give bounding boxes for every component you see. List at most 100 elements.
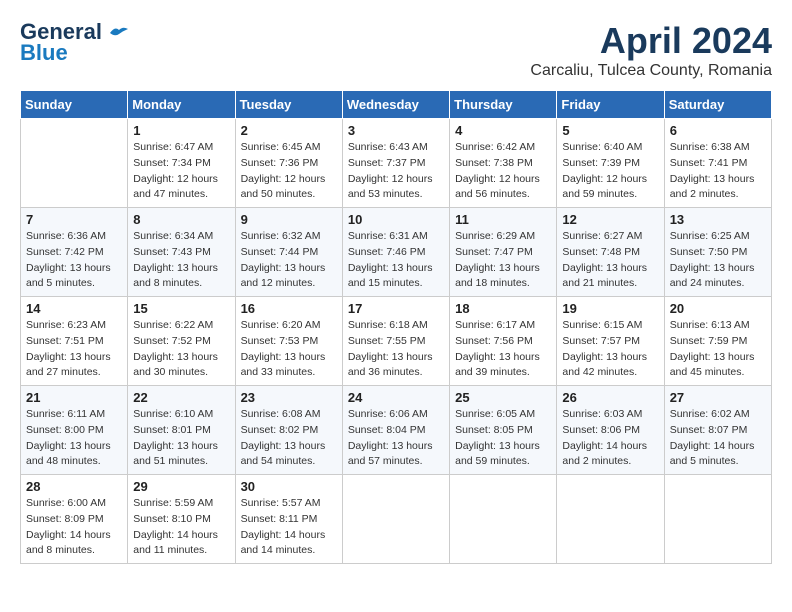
calendar-cell: 19 Sunrise: 6:15 AM Sunset: 7:57 PM Dayli… — [557, 297, 664, 386]
day-number: 21 — [26, 390, 122, 405]
calendar-cell: 3 Sunrise: 6:43 AM Sunset: 7:37 PM Daylig… — [342, 119, 449, 208]
day-info: Sunrise: 6:02 AM Sunset: 8:07 PM Dayligh… — [670, 407, 766, 470]
day-number: 14 — [26, 301, 122, 316]
calendar-cell: 11 Sunrise: 6:29 AM Sunset: 7:47 PM Dayli… — [450, 208, 557, 297]
calendar-cell: 22Sunrise: 6:10 AM Sunset: 8:01 PM Dayli… — [128, 386, 235, 475]
calendar-cell — [664, 475, 771, 564]
day-number: 12 — [562, 212, 658, 227]
calendar-week-row: 14 Sunrise: 6:23 AM Sunset: 7:51 PM Dayli… — [21, 297, 772, 386]
day-number: 8 — [133, 212, 229, 227]
day-header-monday: Monday — [128, 91, 235, 119]
calendar-cell: 27 Sunrise: 6:02 AM Sunset: 8:07 PM Dayli… — [664, 386, 771, 475]
calendar-cell: 29Sunrise: 5:59 AM Sunset: 8:10 PM Dayli… — [128, 475, 235, 564]
day-header-tuesday: Tuesday — [235, 91, 342, 119]
day-info: Sunrise: 6:27 AM Sunset: 7:48 PM Dayligh… — [562, 229, 658, 292]
calendar-cell: 16 Sunrise: 6:20 AM Sunset: 7:53 PM Dayli… — [235, 297, 342, 386]
day-info: Sunrise: 6:08 AM Sunset: 8:02 PM Dayligh… — [241, 407, 337, 470]
calendar-week-row: 1 Sunrise: 6:47 AM Sunset: 7:34 PM Daylig… — [21, 119, 772, 208]
day-number: 19 — [562, 301, 658, 316]
calendar-cell: 8 Sunrise: 6:34 AM Sunset: 7:43 PM Daylig… — [128, 208, 235, 297]
calendar-cell: 5Sunrise: 6:40 AM Sunset: 7:39 PM Daylig… — [557, 119, 664, 208]
day-info: Sunrise: 6:05 AM Sunset: 8:05 PM Dayligh… — [455, 407, 551, 470]
day-info: Sunrise: 6:22 AM Sunset: 7:52 PM Dayligh… — [133, 318, 229, 381]
calendar-week-row: 21 Sunrise: 6:11 AM Sunset: 8:00 PM Dayli… — [21, 386, 772, 475]
day-header-saturday: Saturday — [664, 91, 771, 119]
day-number: 1 — [133, 123, 229, 138]
day-number: 11 — [455, 212, 551, 227]
day-info: Sunrise: 6:18 AM Sunset: 7:55 PM Dayligh… — [348, 318, 444, 381]
day-number: 18 — [455, 301, 551, 316]
day-info: Sunrise: 6:00 AM Sunset: 8:09 PM Dayligh… — [26, 496, 122, 559]
calendar-cell: 21 Sunrise: 6:11 AM Sunset: 8:00 PM Dayli… — [21, 386, 128, 475]
day-info: Sunrise: 6:43 AM Sunset: 7:37 PM Dayligh… — [348, 140, 444, 203]
calendar-cell: 10 Sunrise: 6:31 AM Sunset: 7:46 PM Dayli… — [342, 208, 449, 297]
calendar-week-row: 28 Sunrise: 6:00 AM Sunset: 8:09 PM Dayli… — [21, 475, 772, 564]
day-info: Sunrise: 6:25 AM Sunset: 7:50 PM Dayligh… — [670, 229, 766, 292]
day-info: Sunrise: 6:15 AM Sunset: 7:57 PM Dayligh… — [562, 318, 658, 381]
day-number: 10 — [348, 212, 444, 227]
calendar-cell: 24Sunrise: 6:06 AM Sunset: 8:04 PM Dayli… — [342, 386, 449, 475]
calendar-cell: 4 Sunrise: 6:42 AM Sunset: 7:38 PM Daylig… — [450, 119, 557, 208]
day-number: 9 — [241, 212, 337, 227]
day-info: Sunrise: 5:59 AM Sunset: 8:10 PM Dayligh… — [133, 496, 229, 559]
calendar-header-row: SundayMondayTuesdayWednesdayThursdayFrid… — [21, 91, 772, 119]
logo-bird-icon — [110, 26, 128, 40]
calendar-cell: 14 Sunrise: 6:23 AM Sunset: 7:51 PM Dayli… — [21, 297, 128, 386]
calendar-cell: 17 Sunrise: 6:18 AM Sunset: 7:55 PM Dayli… — [342, 297, 449, 386]
calendar-cell: 30Sunrise: 5:57 AM Sunset: 8:11 PM Dayli… — [235, 475, 342, 564]
calendar-cell: 20Sunrise: 6:13 AM Sunset: 7:59 PM Dayli… — [664, 297, 771, 386]
month-title: April 2024 — [530, 20, 772, 62]
day-number: 23 — [241, 390, 337, 405]
calendar-cell: 26Sunrise: 6:03 AM Sunset: 8:06 PM Dayli… — [557, 386, 664, 475]
day-number: 3 — [348, 123, 444, 138]
day-number: 15 — [133, 301, 229, 316]
calendar-cell — [21, 119, 128, 208]
logo-blue: Blue — [20, 40, 68, 66]
calendar-cell: 6 Sunrise: 6:38 AM Sunset: 7:41 PM Daylig… — [664, 119, 771, 208]
day-info: Sunrise: 6:36 AM Sunset: 7:42 PM Dayligh… — [26, 229, 122, 292]
day-header-thursday: Thursday — [450, 91, 557, 119]
day-number: 5 — [562, 123, 658, 138]
day-info: Sunrise: 6:42 AM Sunset: 7:38 PM Dayligh… — [455, 140, 551, 203]
calendar-table: SundayMondayTuesdayWednesdayThursdayFrid… — [20, 90, 772, 564]
subtitle: Carcaliu, Tulcea County, Romania — [530, 62, 772, 80]
calendar-cell: 28 Sunrise: 6:00 AM Sunset: 8:09 PM Dayli… — [21, 475, 128, 564]
day-info: Sunrise: 6:03 AM Sunset: 8:06 PM Dayligh… — [562, 407, 658, 470]
calendar-cell: 18Sunrise: 6:17 AM Sunset: 7:56 PM Dayli… — [450, 297, 557, 386]
day-number: 13 — [670, 212, 766, 227]
day-info: Sunrise: 6:34 AM Sunset: 7:43 PM Dayligh… — [133, 229, 229, 292]
calendar-cell: 15 Sunrise: 6:22 AM Sunset: 7:52 PM Dayli… — [128, 297, 235, 386]
day-number: 27 — [670, 390, 766, 405]
day-info: Sunrise: 6:29 AM Sunset: 7:47 PM Dayligh… — [455, 229, 551, 292]
day-number: 20 — [670, 301, 766, 316]
logo: General Blue — [20, 20, 128, 66]
calendar-cell: 13 Sunrise: 6:25 AM Sunset: 7:50 PM Dayli… — [664, 208, 771, 297]
day-number: 7 — [26, 212, 122, 227]
day-info: Sunrise: 6:06 AM Sunset: 8:04 PM Dayligh… — [348, 407, 444, 470]
day-number: 28 — [26, 479, 122, 494]
day-info: Sunrise: 6:11 AM Sunset: 8:00 PM Dayligh… — [26, 407, 122, 470]
calendar-week-row: 7 Sunrise: 6:36 AM Sunset: 7:42 PM Daylig… — [21, 208, 772, 297]
day-number: 6 — [670, 123, 766, 138]
day-number: 2 — [241, 123, 337, 138]
day-info: Sunrise: 6:38 AM Sunset: 7:41 PM Dayligh… — [670, 140, 766, 203]
day-number: 16 — [241, 301, 337, 316]
day-info: Sunrise: 6:23 AM Sunset: 7:51 PM Dayligh… — [26, 318, 122, 381]
day-number: 22 — [133, 390, 229, 405]
calendar-cell — [557, 475, 664, 564]
calendar-cell: 12 Sunrise: 6:27 AM Sunset: 7:48 PM Dayli… — [557, 208, 664, 297]
page-header: General Blue April 2024 Carcaliu, Tulcea… — [20, 20, 772, 80]
day-info: Sunrise: 6:47 AM Sunset: 7:34 PM Dayligh… — [133, 140, 229, 203]
day-number: 17 — [348, 301, 444, 316]
title-section: April 2024 Carcaliu, Tulcea County, Roma… — [530, 20, 772, 80]
day-number: 30 — [241, 479, 337, 494]
day-info: Sunrise: 6:45 AM Sunset: 7:36 PM Dayligh… — [241, 140, 337, 203]
day-header-wednesday: Wednesday — [342, 91, 449, 119]
calendar-cell: 23 Sunrise: 6:08 AM Sunset: 8:02 PM Dayli… — [235, 386, 342, 475]
day-info: Sunrise: 6:20 AM Sunset: 7:53 PM Dayligh… — [241, 318, 337, 381]
calendar-cell: 25Sunrise: 6:05 AM Sunset: 8:05 PM Dayli… — [450, 386, 557, 475]
calendar-cell: 9Sunrise: 6:32 AM Sunset: 7:44 PM Daylig… — [235, 208, 342, 297]
day-info: Sunrise: 6:31 AM Sunset: 7:46 PM Dayligh… — [348, 229, 444, 292]
calendar-cell: 7 Sunrise: 6:36 AM Sunset: 7:42 PM Daylig… — [21, 208, 128, 297]
day-number: 4 — [455, 123, 551, 138]
